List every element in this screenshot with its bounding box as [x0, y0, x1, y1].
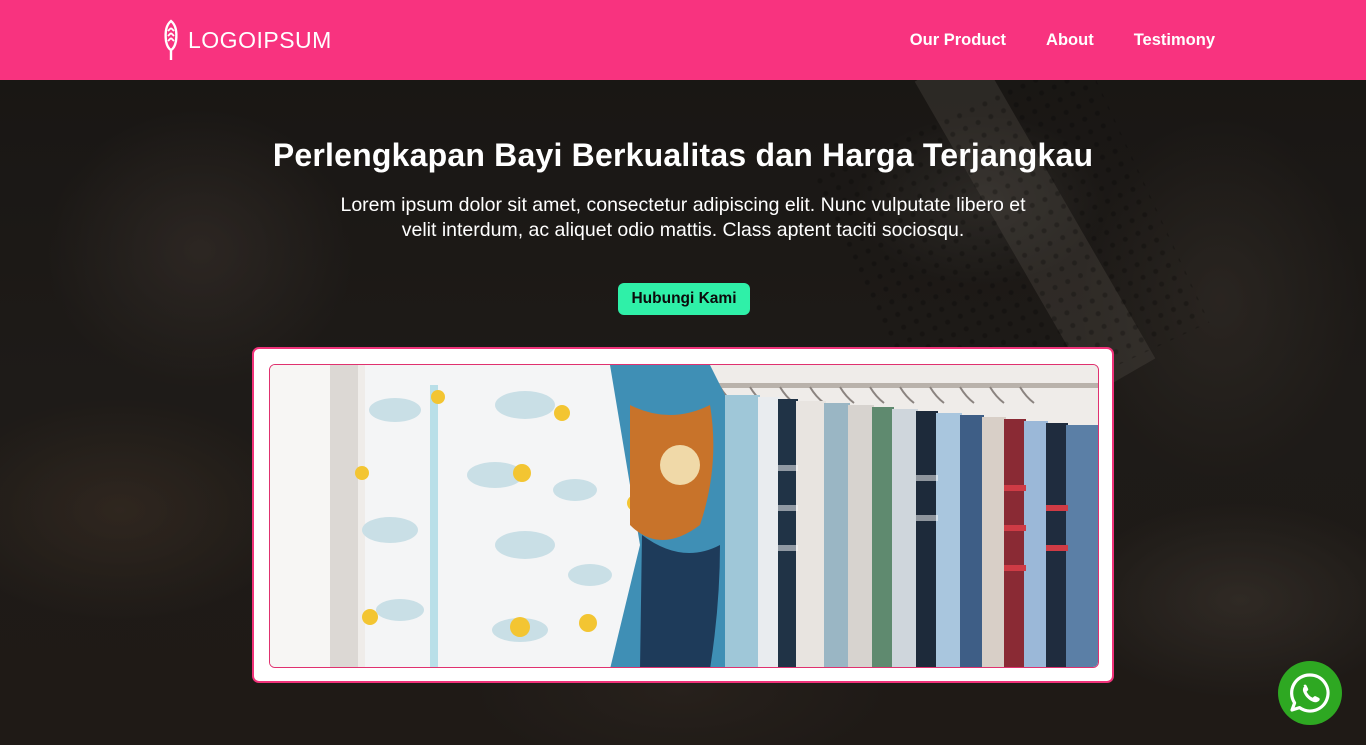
main-nav: Our Product About Testimony — [910, 0, 1215, 80]
feather-icon — [164, 19, 178, 60]
baby-clothes-illustration — [270, 365, 1098, 667]
hero-description: Lorem ipsum dolor sit amet, consectetur … — [340, 194, 1026, 241]
baby-clothes-photo — [269, 364, 1099, 668]
nav-link-testimony[interactable]: Testimony — [1134, 31, 1215, 50]
logo-text: LOGOIPSUM — [188, 27, 332, 53]
hero-section: Perlengkapan Bayi Berkualitas dan Harga … — [0, 80, 1366, 745]
navbar: LOGOIPSUM Our Product About Testimony — [0, 0, 1366, 80]
hero-image-card — [252, 347, 1114, 683]
whatsapp-icon — [1290, 673, 1330, 713]
nav-link-our-product[interactable]: Our Product — [910, 31, 1006, 50]
whatsapp-button[interactable] — [1278, 661, 1342, 725]
hero-title: Perlengkapan Bayi Berkualitas dan Harga … — [272, 137, 1094, 173]
contact-us-button[interactable]: Hubungi Kami — [618, 283, 750, 315]
logo[interactable]: LOGOIPSUM — [162, 19, 332, 61]
nav-link-about[interactable]: About — [1046, 31, 1094, 50]
